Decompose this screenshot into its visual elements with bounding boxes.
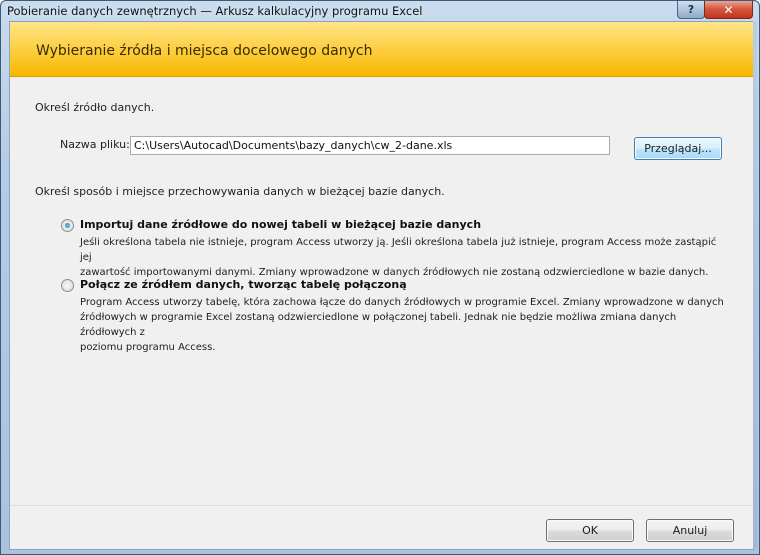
import-option-description: Jeśli określona tabela nie istnieje, pro… bbox=[80, 235, 730, 280]
import-desc-line-1: Jeśli określona tabela nie istnieje, pro… bbox=[80, 237, 717, 263]
cancel-button[interactable]: Anuluj bbox=[646, 519, 734, 542]
link-desc-line-3: poziomu programu Access. bbox=[80, 342, 216, 353]
file-name-input[interactable] bbox=[130, 136, 610, 155]
link-option-title[interactable]: Połącz ze źródłem danych, tworząc tabelę… bbox=[80, 278, 407, 291]
footer-divider bbox=[10, 505, 753, 506]
file-name-label: Nazwa pliku: bbox=[60, 138, 130, 151]
help-button[interactable]: ? bbox=[677, 1, 705, 19]
link-desc-line-2: źródłowych w programie Excel zostaną odz… bbox=[80, 312, 677, 338]
link-radio[interactable] bbox=[61, 279, 74, 292]
storage-heading: Określ sposób i miejsce przechowywania d… bbox=[35, 185, 445, 198]
window-right-border bbox=[753, 21, 757, 548]
title-bar[interactable]: Pobieranie danych zewnętrznych — Arkusz … bbox=[1, 1, 759, 21]
browse-button[interactable]: Przeglądaj... bbox=[634, 137, 722, 160]
source-heading: Określ źródło danych. bbox=[35, 101, 155, 114]
close-icon: ✕ bbox=[723, 2, 734, 17]
window-title: Pobieranie danych zewnętrznych — Arkusz … bbox=[7, 4, 423, 18]
header-banner: Wybieranie źródła i miejsca docelowego d… bbox=[10, 22, 753, 77]
dialog-window: Pobieranie danych zewnętrznych — Arkusz … bbox=[0, 0, 760, 555]
dialog-content: Wybieranie źródła i miejsca docelowego d… bbox=[9, 21, 754, 550]
close-button[interactable]: ✕ bbox=[704, 1, 753, 19]
ok-button[interactable]: OK bbox=[546, 519, 634, 542]
link-option-description: Program Access utworzy tabelę, która zac… bbox=[80, 295, 730, 355]
import-option-title[interactable]: Importuj dane źródłowe do nowej tabeli w… bbox=[80, 218, 481, 231]
link-desc-line-1: Program Access utworzy tabelę, która zac… bbox=[80, 297, 724, 308]
import-radio[interactable] bbox=[61, 219, 74, 232]
page-title: Wybieranie źródła i miejsca docelowego d… bbox=[36, 43, 373, 59]
